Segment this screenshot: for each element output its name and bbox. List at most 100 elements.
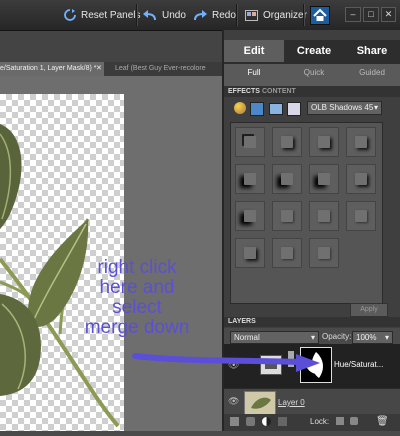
layer-mask-thumbnail[interactable] [300,347,332,383]
new-group-icon[interactable] [246,417,255,426]
apply-label: Apply [360,306,378,313]
mask-leaf-icon [305,352,323,378]
annotation-line: select [112,297,162,318]
lock-label: Lock: [310,417,330,426]
content-tab[interactable]: CONTENT [262,88,296,95]
home-button[interactable] [310,6,330,25]
effect-thumbnail[interactable] [346,201,376,231]
effect-thumbnail[interactable] [309,201,339,231]
maximize-icon: □ [368,9,374,19]
layer-thumbnail [244,391,276,415]
layer-name: Hue/Saturat... [334,360,384,369]
effect-thumbnail[interactable] [235,127,265,157]
reset-panels-label: Reset Panels [81,9,141,21]
annotation-line: here and [99,277,175,298]
doc-tab-label: e/Saturation 1, Layer Mask/8) * [0,65,97,72]
subtab-full[interactable]: Full [224,68,284,82]
opacity-label: Opacity: [322,332,352,341]
effect-thumbnail[interactable] [272,238,302,268]
visibility-eye-icon[interactable]: 👁 [228,396,239,407]
chevron-down-icon: ▾ [310,333,315,342]
layers-panel-title: LAYERS [228,318,256,325]
redo-label: Redo [212,9,236,21]
undo-label: Undo [162,9,186,21]
lock-transparency-icon[interactable] [336,417,344,425]
home-icon [313,8,327,21]
layer-row-layer-0[interactable]: 👁 Layer 0 [224,388,400,415]
options-bar [0,31,222,62]
effect-thumbnail[interactable] [272,201,302,231]
close-window-button[interactable]: ✕ [381,7,396,22]
subtab-guided[interactable]: Guided [344,68,400,82]
tab-edit-label: Edit [243,45,265,57]
canvas-area[interactable] [0,76,222,431]
lock-all-icon[interactable] [350,417,358,425]
blend-mode-dropdown[interactable]: Normal ▾ [230,331,319,344]
effects-thumbnail-grid [230,122,383,304]
adjustment-layer-icon [260,355,282,375]
chevron-down-icon: ▾ [373,103,378,112]
effect-thumbnail[interactable] [235,238,265,268]
top-toolbar: Reset Panels Undo Redo Organizer – □ ✕ [0,0,400,31]
effect-thumbnail[interactable] [309,238,339,268]
trash-icon[interactable]: 🗑 [376,416,389,427]
organizer-label: Organizer [263,9,307,21]
annotation-line: right click [97,257,177,278]
minimize-icon: – [350,9,356,19]
adjustment-layer-icon[interactable] [262,417,271,426]
doc-tab-active[interactable]: e/Saturation 1, Layer Mask/8) * [0,62,104,76]
right-panel: Edit Create Share Full Quick Guided EFFE… [222,30,400,431]
minimize-button[interactable]: – [345,7,361,22]
effect-thumbnail[interactable] [272,127,302,157]
effect-thumbnail[interactable] [235,164,265,194]
document-tabs: e/Saturation 1, Layer Mask/8) * ✕ Leaf (… [0,62,222,76]
opacity-value: 100% [356,333,377,342]
apply-button[interactable]: Apply [350,303,388,317]
subtab-full-label: Full [247,68,261,77]
photo-effects-icon[interactable] [269,103,283,115]
close-icon: ✕ [384,9,393,19]
effects-tab[interactable]: EFFECTS [228,88,260,95]
new-layer-icon[interactable] [230,417,239,426]
undo-button[interactable]: Undo [143,7,186,23]
doc-tab-label: Leaf (Best Guy Ever-recolore [115,65,206,72]
reset-panels-button[interactable]: Reset Panels [64,7,140,23]
redo-icon [194,9,207,20]
filters-icon[interactable] [234,102,246,114]
effects-dropdown[interactable]: OLB Shadows 45 ▾ [307,101,382,115]
blend-mode-value: Normal [234,333,260,342]
tab-edit[interactable]: Edit [224,40,284,62]
effect-thumbnail[interactable] [272,164,302,194]
tab-create[interactable]: Create [284,40,344,62]
effect-thumbnail[interactable] [346,127,376,157]
maximize-button[interactable]: □ [363,7,379,22]
effect-thumbnail[interactable] [346,164,376,194]
effect-thumbnail[interactable] [235,201,265,231]
tab-share[interactable]: Share [344,40,400,62]
visibility-eye-icon[interactable]: 👁 [228,360,239,371]
show-all-icon[interactable] [287,102,301,116]
styles-icon[interactable] [250,102,264,116]
annotation-text: right click here and select merge down [52,258,222,338]
effects-dropdown-value: OLB Shadows 45 [311,103,374,112]
doc-tab-inactive[interactable]: Leaf (Best Guy Ever-recolore [108,62,229,76]
organizer-icon [245,10,258,21]
subtab-quick[interactable]: Quick [284,68,344,82]
tab-create-label: Create [296,45,332,57]
layers-footer: Lock: 🗑 [224,414,400,431]
redo-button[interactable]: Redo [193,7,236,23]
chevron-down-icon: ▾ [384,333,389,342]
doc-tab-close-icon[interactable]: ✕ [96,64,102,72]
layer-link-icon [288,351,294,367]
effect-thumbnail[interactable] [309,164,339,194]
undo-icon [143,9,156,20]
annotation-line: merge down [84,317,190,338]
subtab-guided-label: Guided [359,68,385,77]
tab-share-label: Share [356,45,388,57]
layer-row-hue-saturation[interactable]: 👁 Hue/Saturat... [224,344,400,388]
add-mask-icon[interactable] [278,417,287,426]
opacity-field[interactable]: 100% ▾ [352,331,393,344]
organizer-button[interactable]: Organizer [245,7,307,23]
subtab-quick-label: Quick [303,68,325,77]
effect-thumbnail[interactable] [309,127,339,157]
